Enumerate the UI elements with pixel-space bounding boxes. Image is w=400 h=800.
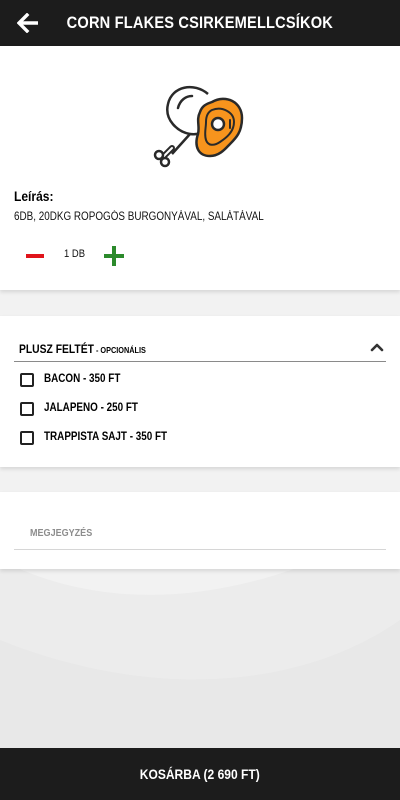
extras-title: Plusz feltét - Opcionális — [19, 342, 146, 356]
top-bar: Corn Flakes csirkemellcsíkok — [0, 0, 400, 46]
chicken-leg-meat-icon — [153, 85, 244, 168]
product-card: Leírás: 6db, 20dkg ropogós burgonyával, … — [0, 46, 400, 290]
checkbox[interactable] — [20, 373, 34, 387]
description-label: Leírás: — [14, 188, 54, 204]
chevron-up-icon[interactable] — [370, 342, 384, 352]
extra-option-trappista-sajt[interactable]: Trappista sajt - 350 Ft — [20, 430, 320, 448]
extra-option-jalapeno[interactable]: Jalapeno - 250 Ft — [20, 401, 320, 419]
note-placeholder: Megjegyzés — [30, 527, 93, 539]
quantity-value: 1 db — [64, 248, 86, 260]
extras-accordion-header[interactable]: Plusz feltét - Opcionális — [14, 326, 386, 362]
extras-card: Plusz feltét - Opcionális Bacon - 350 Ft… — [0, 316, 400, 467]
description-text: 6db, 20dkg ropogós burgonyával, salátáva… — [14, 211, 264, 223]
quantity-stepper: 1 db — [24, 244, 144, 268]
decrease-quantity-button[interactable] — [24, 249, 46, 263]
option-label: Jalapeno - 250 Ft — [44, 402, 138, 414]
extra-option-bacon[interactable]: Bacon - 350 Ft — [20, 372, 320, 390]
add-to-cart-button[interactable]: Kosárba (2 690 Ft) — [0, 748, 400, 800]
add-to-cart-label: Kosárba (2 690 Ft) — [140, 766, 260, 782]
page-title: Corn Flakes csirkemellcsíkok — [66, 13, 334, 32]
option-label: Trappista sajt - 350 Ft — [44, 431, 168, 443]
checkbox[interactable] — [20, 431, 34, 445]
increase-quantity-button[interactable] — [102, 244, 126, 268]
note-card: Megjegyzés — [0, 492, 400, 569]
option-label: Bacon - 350 Ft — [44, 373, 121, 385]
arrow-left-icon — [17, 13, 38, 33]
extras-subtitle: - Opcionális — [93, 345, 146, 355]
note-input[interactable]: Megjegyzés — [14, 517, 386, 550]
checkbox[interactable] — [20, 402, 34, 416]
back-button[interactable] — [14, 9, 42, 37]
extras-title-text: Plusz feltét — [19, 342, 94, 356]
